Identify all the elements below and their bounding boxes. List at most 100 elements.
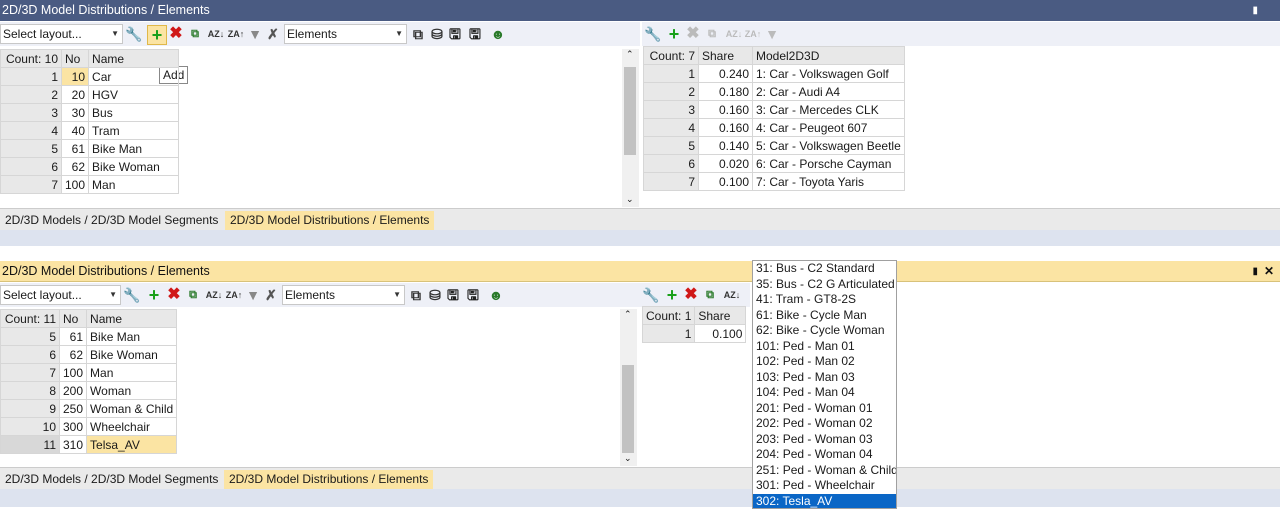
model-cell[interactable]: 5: Car - Volkswagen Beetle	[753, 137, 905, 155]
sort-ascending-icon[interactable]: AZ↓	[207, 25, 225, 43]
sort-descending-icon[interactable]: ZA↑	[225, 286, 243, 304]
no-cell[interactable]: 30	[62, 104, 89, 122]
model-header[interactable]: Model2D3D	[753, 47, 905, 65]
target-select[interactable]: Elements▼	[282, 285, 405, 305]
sort-ascending-icon[interactable]: AZ↓	[725, 25, 743, 43]
no-cell[interactable]: 61	[60, 328, 87, 346]
wrench-icon[interactable]: 🔧	[644, 25, 662, 43]
no-cell[interactable]: 61	[62, 140, 89, 158]
duplicate-icon[interactable]: ⧉	[186, 25, 204, 43]
target-select[interactable]: Elements▼	[284, 24, 407, 44]
name-cell[interactable]: Tram	[89, 122, 179, 140]
name-cell[interactable]: Wheelchair	[87, 418, 177, 436]
no-header[interactable]: No	[60, 310, 87, 328]
add-user-icon[interactable]: ☻	[489, 25, 507, 43]
save-as-icon[interactable]: 🖫	[464, 286, 482, 304]
count-header[interactable]: Count: 7	[644, 47, 699, 65]
dropdown-item[interactable]: 35: Bus - C2 G Articulated	[753, 277, 896, 293]
table-row[interactable]: 8200Woman	[1, 382, 177, 400]
chevron-up-icon[interactable]: ⌃	[626, 49, 634, 60]
wrench-icon[interactable]: 🔧	[125, 25, 143, 43]
table-row[interactable]: 561Bike Man	[1, 328, 177, 346]
share-cell[interactable]: 0.140	[699, 137, 753, 155]
filter-icon[interactable]: ▼	[246, 25, 264, 43]
sort-descending-icon[interactable]: ZA↑	[227, 25, 245, 43]
pin-icon[interactable]: ▮	[1252, 0, 1258, 21]
model-cell[interactable]: 7: Car - Toyota Yaris	[753, 173, 905, 191]
delete-icon[interactable]: ✖	[167, 25, 185, 43]
chevron-up-icon[interactable]: ⌃	[624, 309, 632, 320]
no-header[interactable]: No	[62, 50, 89, 68]
add-icon[interactable]: +	[665, 25, 683, 43]
table-row[interactable]: 30.1603: Car - Mercedes CLK	[644, 101, 905, 119]
sort-descending-icon[interactable]: ZA↑	[744, 25, 762, 43]
table-row[interactable]: 440Tram	[1, 122, 179, 140]
table-row[interactable]: 220HGV	[1, 86, 179, 104]
share-cell[interactable]: 0.160	[699, 101, 753, 119]
share-header[interactable]: Share	[699, 47, 753, 65]
no-cell[interactable]: 62	[62, 158, 89, 176]
chevron-down-icon[interactable]: ⌄	[626, 194, 634, 205]
name-cell[interactable]: Woman & Child	[87, 400, 177, 418]
table-row[interactable]: 9250Woman & Child	[1, 400, 177, 418]
table-row[interactable]: 561Bike Man	[1, 140, 179, 158]
name-cell[interactable]: HGV	[89, 86, 179, 104]
save-as-icon[interactable]: 🖫	[466, 25, 484, 43]
database-icon[interactable]: ⛁	[428, 25, 446, 43]
dropdown-item[interactable]: 62: Bike - Cycle Woman	[753, 323, 896, 339]
name-cell[interactable]: Bike Woman	[87, 346, 177, 364]
dropdown-item[interactable]: 101: Ped - Man 01	[753, 339, 896, 355]
layout-select[interactable]: Select layout...▼	[0, 285, 121, 305]
no-cell[interactable]: 100	[62, 176, 89, 194]
model-cell[interactable]: 6: Car - Porsche Cayman	[753, 155, 905, 173]
dropdown-item[interactable]: 201: Ped - Woman 01	[753, 401, 896, 417]
dropdown-item[interactable]: 61: Bike - Cycle Man	[753, 308, 896, 324]
table-row[interactable]: 11310Telsa_AV	[1, 436, 177, 454]
table-row[interactable]: 330Bus	[1, 104, 179, 122]
count-header[interactable]: Count: 1	[643, 307, 695, 325]
chevron-down-icon[interactable]: ⌄	[624, 453, 632, 464]
name-header[interactable]: Name	[87, 310, 177, 328]
tab-models-segments[interactable]: 2D/3D Models / 2D/3D Model Segments	[0, 211, 223, 230]
table-row[interactable]: 662Bike Woman	[1, 158, 179, 176]
model-dropdown-list[interactable]: 31: Bus - C2 Standard 35: Bus - C2 G Art…	[752, 260, 897, 509]
no-cell[interactable]: 300	[60, 418, 87, 436]
table-row[interactable]: 10.2401: Car - Volkswagen Golf	[644, 65, 905, 83]
name-cell[interactable]: Telsa_AV	[87, 436, 177, 454]
delete-icon[interactable]: ✖	[682, 286, 700, 304]
no-cell[interactable]: 20	[62, 86, 89, 104]
name-cell[interactable]: Bus	[89, 104, 179, 122]
name-cell[interactable]: Man	[87, 364, 177, 382]
save-icon[interactable]: 🖫	[446, 25, 464, 43]
tab-models-segments[interactable]: 2D/3D Models / 2D/3D Model Segments	[0, 470, 223, 489]
copy-icon[interactable]: ⧉	[409, 25, 427, 43]
layout-select[interactable]: Select layout...▼	[0, 24, 123, 44]
share-cell[interactable]: 0.100	[695, 325, 746, 343]
sort-ascending-icon[interactable]: AZ↓	[205, 286, 223, 304]
delete-icon[interactable]: ✖	[165, 286, 183, 304]
database-icon[interactable]: ⛁	[426, 286, 444, 304]
no-cell[interactable]: 100	[60, 364, 87, 382]
filter-icon[interactable]: ▼	[763, 25, 781, 43]
table-row[interactable]: 50.1405: Car - Volkswagen Beetle	[644, 137, 905, 155]
name-cell[interactable]: Bike Man	[87, 328, 177, 346]
no-cell[interactable]: 40	[62, 122, 89, 140]
save-icon[interactable]: 🖫	[444, 286, 462, 304]
no-cell[interactable]: 250	[60, 400, 87, 418]
dropdown-item[interactable]: 41: Tram - GT8-2S	[753, 292, 896, 308]
pin-icon[interactable]: ▮	[1252, 261, 1258, 282]
dropdown-item[interactable]: 301: Ped - Wheelchair	[753, 478, 896, 494]
scroll-thumb[interactable]	[622, 365, 634, 453]
model-cell[interactable]: 1: Car - Volkswagen Golf	[753, 65, 905, 83]
no-cell[interactable]: 10	[62, 68, 89, 86]
share-header[interactable]: Share	[695, 307, 746, 325]
model-cell[interactable]: 2: Car - Audi A4	[753, 83, 905, 101]
table-row[interactable]: 662Bike Woman	[1, 346, 177, 364]
dropdown-item[interactable]: 203: Ped - Woman 03	[753, 432, 896, 448]
table-row[interactable]: 110Car	[1, 68, 179, 86]
share-cell[interactable]: 0.020	[699, 155, 753, 173]
table-row[interactable]: 40.1604: Car - Peugeot 607	[644, 119, 905, 137]
duplicate-icon[interactable]: ⧉	[701, 286, 719, 304]
name-cell[interactable]: Bike Woman	[89, 158, 179, 176]
add-icon[interactable]: +	[663, 286, 681, 304]
